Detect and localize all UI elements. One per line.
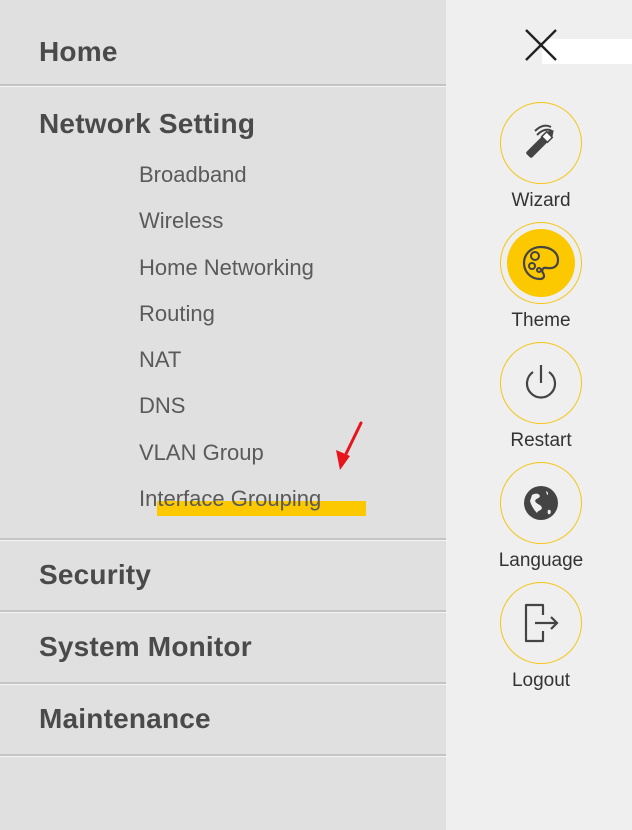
restart-circle [500, 342, 582, 424]
submenu-item-label: NAT [139, 347, 182, 373]
submenu-item-dns[interactable]: DNS [0, 387, 446, 433]
submenu-item-nat[interactable]: NAT [0, 341, 446, 387]
submenu-item-label: Routing [139, 300, 215, 326]
menu-section-system-monitor: System Monitor [0, 612, 446, 685]
submenu-item-broadband[interactable]: Broadband [0, 156, 446, 202]
annotation-arrow-icon [336, 421, 363, 470]
menu-section-maintenance: Maintenance [0, 684, 446, 757]
language-label: Language [498, 550, 584, 571]
network-setting-submenu: Broadband Wireless Home Networking Routi… [0, 156, 446, 538]
submenu-item-label: VLAN Group [139, 439, 264, 465]
menu-heading-network-setting[interactable]: Network Setting [0, 86, 446, 156]
palette-icon [522, 245, 560, 281]
submenu-item-vlan-group[interactable]: VLAN Group [0, 434, 446, 480]
menu-heading-security[interactable]: Security [0, 540, 446, 610]
submenu-item-label: Home Networking [139, 254, 314, 280]
side-panel: Wizard Theme Restart Language Logout [446, 0, 632, 830]
language-button[interactable]: Language [499, 462, 583, 572]
theme-circle [500, 222, 582, 304]
menu-heading-home[interactable]: Home [0, 0, 446, 84]
submenu-item-label: DNS [139, 393, 186, 419]
menu-heading-maintenance[interactable]: Maintenance [0, 684, 446, 754]
globe-icon [524, 486, 558, 520]
navigation-menu: Home Network Setting Broadband Wireless … [0, 0, 446, 830]
theme-button[interactable]: Theme [500, 222, 582, 332]
restart-label: Restart [510, 430, 572, 451]
submenu-item-label: Broadband [139, 162, 247, 187]
submenu-item-wireless[interactable]: Wireless [0, 202, 446, 248]
submenu-item-interface-grouping[interactable]: Interface Grouping [0, 480, 446, 526]
wizard-wand-icon [526, 124, 554, 158]
menu-section-home: Home [0, 0, 446, 86]
power-icon [525, 365, 557, 399]
menu-section-security: Security [0, 540, 446, 613]
logout-label: Logout [511, 670, 571, 691]
menu-heading-system-monitor[interactable]: System Monitor [0, 612, 446, 682]
wizard-label: Wizard [511, 190, 571, 211]
submenu-item-home-networking[interactable]: Home Networking [0, 249, 446, 295]
logout-circle [500, 582, 582, 664]
close-icon[interactable] [524, 28, 558, 62]
logout-icon [524, 603, 559, 643]
submenu-item-label: Interface Grouping [139, 486, 322, 512]
language-circle [500, 462, 582, 544]
wizard-circle [500, 102, 582, 184]
logout-button[interactable]: Logout [500, 582, 582, 692]
submenu-item-label: Wireless [139, 208, 224, 234]
menu-section-network-setting: Network Setting Broadband Wireless Home … [0, 86, 446, 541]
theme-active-fill [507, 229, 575, 297]
wizard-button[interactable]: Wizard [500, 102, 582, 212]
submenu-item-routing[interactable]: Routing [0, 295, 446, 341]
restart-button[interactable]: Restart [500, 342, 582, 452]
theme-label: Theme [511, 310, 571, 331]
